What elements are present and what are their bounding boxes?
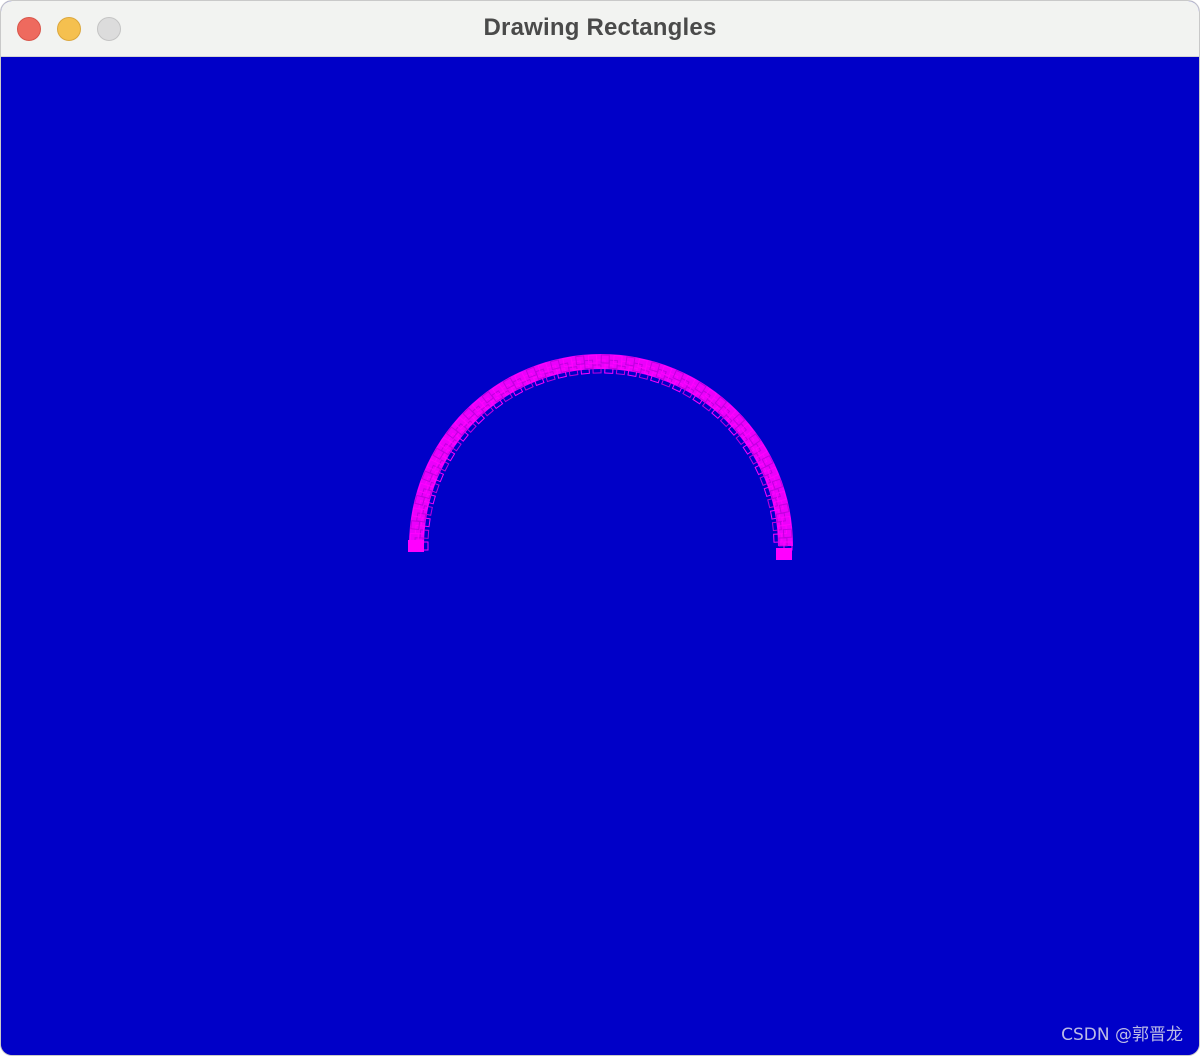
watermark-text: CSDN @郭晋龙 xyxy=(1061,1025,1183,1045)
arc-group xyxy=(408,354,793,560)
app-window: Drawing Rectangles CSDN @郭晋龙 xyxy=(0,0,1200,1056)
arc-band xyxy=(409,354,793,546)
drawing-canvas[interactable] xyxy=(1,57,1199,1055)
title-bar[interactable]: Drawing Rectangles xyxy=(1,1,1199,57)
arc-right-end xyxy=(776,548,792,560)
rectangles-arc xyxy=(408,354,793,560)
arc-left-end xyxy=(408,540,424,552)
window-title: Drawing Rectangles xyxy=(483,14,717,41)
